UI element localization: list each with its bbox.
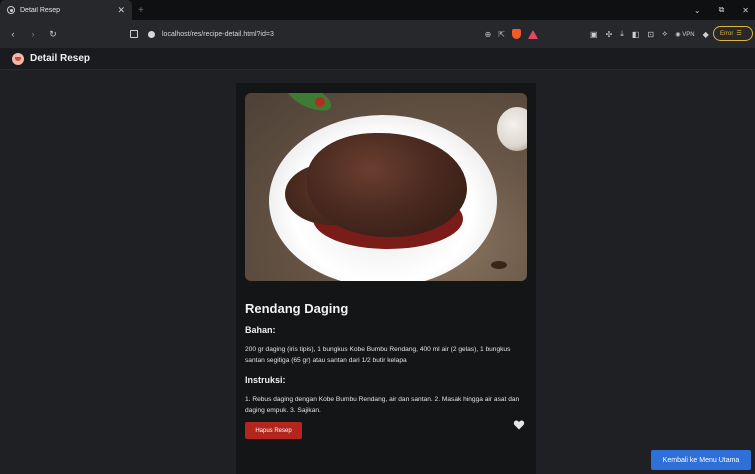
site-info-icon[interactable] xyxy=(148,30,155,38)
recipe-image xyxy=(245,93,527,281)
reload-icon[interactable]: ↻ xyxy=(48,29,58,40)
zoom-icon[interactable]: ⊕ xyxy=(485,30,492,39)
new-tab-icon[interactable]: + xyxy=(138,5,144,16)
close-window-icon[interactable]: ✕ xyxy=(742,6,749,15)
extension-icon[interactable]: ▣ xyxy=(590,30,598,39)
instructions-text: 1. Rebus daging dengan Kobe Bumbu Rendan… xyxy=(245,396,520,414)
recipe-title: Rendang Daging xyxy=(245,301,349,316)
page-title: Detail Resep xyxy=(30,53,91,64)
download-icon[interactable]: ⤓ xyxy=(620,29,624,39)
browser-tab-bar: Detail Resep ✕ + ⌄ ⧉ ✕ xyxy=(0,0,755,20)
app-header: Detail Resep xyxy=(0,48,755,70)
sidebar-icon[interactable]: ◧ xyxy=(632,30,640,39)
bookmark-icon[interactable] xyxy=(130,30,138,38)
recipe-logo-icon xyxy=(12,52,24,65)
window-controls: ⌄ ⧉ ✕ xyxy=(694,0,749,20)
share-icon[interactable]: ⇱ xyxy=(498,30,505,39)
error-label: Error xyxy=(720,30,734,37)
tab-search-icon[interactable]: ⌄ xyxy=(694,6,701,15)
wallet-icon[interactable]: ⟡ xyxy=(662,29,667,39)
brave-shields-icon[interactable] xyxy=(512,29,521,39)
back-to-main-menu-button[interactable]: Kembali ke Menu Utama xyxy=(651,450,751,470)
error-badge[interactable]: Error ☰ xyxy=(713,26,753,41)
vpn-button[interactable]: ◉ VPN xyxy=(675,31,694,38)
url-text[interactable]: localhost/res/recipe-detail.html?id=3 xyxy=(162,31,478,38)
leaf-decoration xyxy=(283,93,335,117)
tab-title: Detail Resep xyxy=(20,6,61,14)
coconut-decoration xyxy=(497,107,527,151)
restore-window-icon[interactable]: ⧉ xyxy=(719,5,725,15)
screenshot-icon[interactable]: ⊡ xyxy=(647,30,654,39)
menu-icon: ☰ xyxy=(736,31,742,37)
ingredients-heading: Bahan: xyxy=(245,325,276,335)
spice-decoration xyxy=(491,261,507,269)
recipe-actions: Hapus Resep xyxy=(245,419,527,442)
instructions-heading: Instruksi: xyxy=(245,375,286,385)
address-bar[interactable]: localhost/res/recipe-detail.html?id=3 ⊕ … xyxy=(140,25,538,43)
forward-icon[interactable]: › xyxy=(28,29,38,39)
brave-rewards-icon[interactable] xyxy=(528,29,538,39)
heart-icon[interactable] xyxy=(513,419,525,431)
ingredients-text: 200 gr daging (iris tipis), 1 bungkus Ko… xyxy=(245,346,511,364)
leo-ai-icon[interactable]: ◆ xyxy=(703,30,709,39)
puzzle-icon[interactable]: ✣ xyxy=(606,30,613,39)
browser-toolbar: ‹ › ↻ localhost/res/recipe-detail.html?i… xyxy=(0,20,755,48)
chili-decoration xyxy=(315,97,325,107)
back-icon[interactable]: ‹ xyxy=(8,29,18,39)
extensions-area: ▣ ✣ ⤓ ◧ ⊡ ⟡ ◉ VPN ◆ xyxy=(590,20,709,48)
delete-recipe-button[interactable]: Hapus Resep xyxy=(245,422,302,439)
tab-favicon-icon xyxy=(7,6,15,14)
close-tab-icon[interactable]: ✕ xyxy=(117,5,125,16)
recipe-card: Rendang Daging Bahan: 200 gr daging (iri… xyxy=(236,83,536,474)
browser-tab[interactable]: Detail Resep ✕ xyxy=(0,0,132,20)
